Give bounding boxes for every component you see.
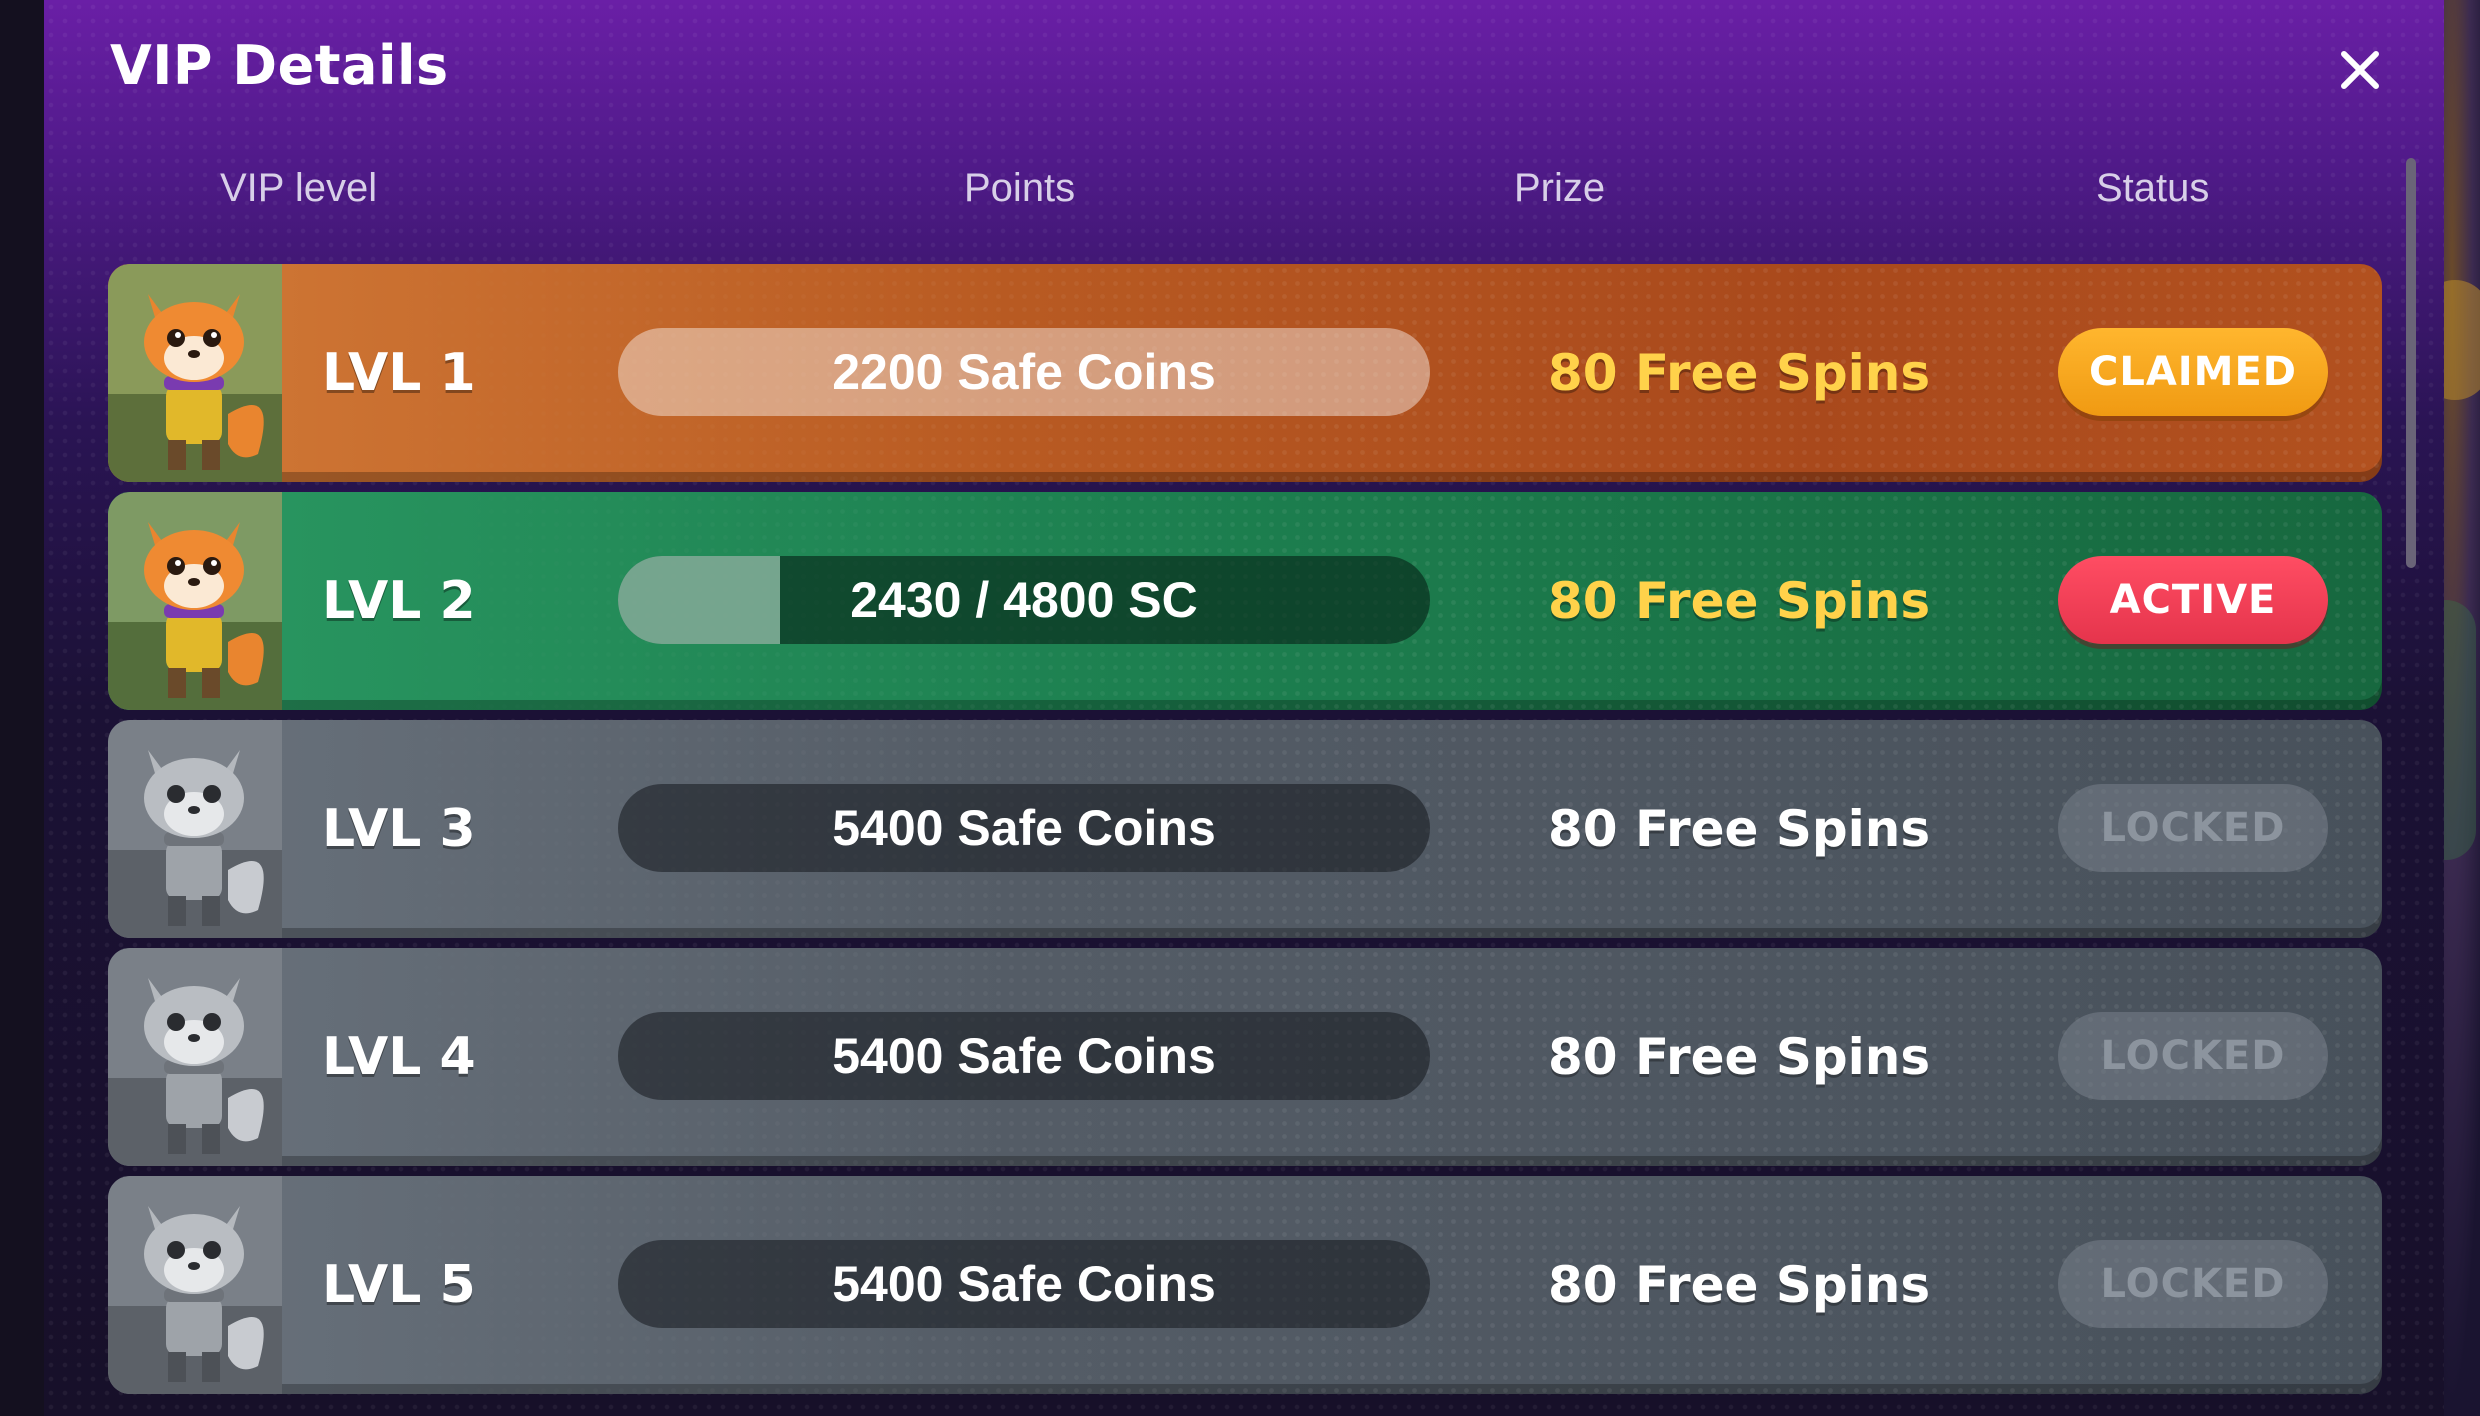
column-header-status: Status	[2096, 166, 2210, 210]
column-header-prize: Prize	[1514, 166, 1606, 210]
prize-label: 80 Free Spins	[1548, 572, 1931, 630]
points-pill: 5400 Safe Coins	[618, 1240, 1430, 1328]
fox-locked-avatar-icon	[108, 1176, 282, 1394]
prize-label: 80 Free Spins	[1548, 1028, 1931, 1086]
vip-level-row: LVL 3 5400 Safe Coins 80 Free Spins LOCK…	[108, 720, 2382, 938]
points-text: 5400 Safe Coins	[832, 1256, 1216, 1312]
fox-avatar-icon	[108, 264, 282, 482]
vip-level-row: LVL 4 5400 Safe Coins 80 Free Spins LOCK…	[108, 948, 2382, 1166]
points-text: 5400 Safe Coins	[832, 1028, 1216, 1084]
modal-title: VIP Details	[110, 34, 449, 97]
column-header-points: Points	[964, 166, 1076, 210]
scrollbar-thumb[interactable]	[2406, 158, 2416, 568]
vip-level-label: LVL 3	[322, 799, 476, 859]
vip-level-label: LVL 5	[322, 1255, 476, 1315]
points-pill: 5400 Safe Coins	[618, 784, 1430, 872]
points-pill: 2200 Safe Coins	[618, 328, 1430, 416]
prize-label: 80 Free Spins	[1548, 800, 1931, 858]
prize-label: 80 Free Spins	[1548, 1256, 1931, 1314]
points-text: 5400 Safe Coins	[832, 800, 1216, 856]
status-badge-locked: LOCKED	[2058, 784, 2328, 872]
points-pill: 5400 Safe Coins	[618, 1012, 1430, 1100]
status-badge-claimed[interactable]: CLAIMED	[2058, 328, 2328, 416]
status-badge-locked: LOCKED	[2058, 1012, 2328, 1100]
fox-locked-avatar-icon	[108, 948, 282, 1166]
status-badge-active[interactable]: ACTIVE	[2058, 556, 2328, 644]
vip-level-label: LVL 1	[322, 343, 476, 403]
vip-details-modal: VIP Details VIP level Points Prize Statu…	[44, 0, 2444, 1416]
vip-level-row: LVL 5 5400 Safe Coins 80 Free Spins LOCK…	[108, 1176, 2382, 1394]
points-text: 2430 / 4800 SC	[850, 572, 1198, 628]
vip-level-row: LVL 1 2200 Safe Coins 80 Free Spins CLAI…	[108, 264, 2382, 482]
close-icon[interactable]	[2330, 40, 2390, 100]
vip-level-label: LVL 2	[322, 571, 476, 631]
points-text: 2200 Safe Coins	[832, 344, 1216, 400]
prize-label: 80 Free Spins	[1548, 344, 1931, 402]
fox-locked-avatar-icon	[108, 720, 282, 938]
column-header-vip-level: VIP level	[220, 166, 378, 210]
fox-avatar-icon	[108, 492, 282, 710]
vip-level-row: LVL 2 2430 / 4800 SC 80 Free Spins ACTIV…	[108, 492, 2382, 710]
vip-level-label: LVL 4	[322, 1027, 476, 1087]
points-progress-bar: 2430 / 4800 SC	[618, 556, 1430, 644]
scrollbar[interactable]	[2406, 158, 2416, 1398]
status-badge-locked: LOCKED	[2058, 1240, 2328, 1328]
